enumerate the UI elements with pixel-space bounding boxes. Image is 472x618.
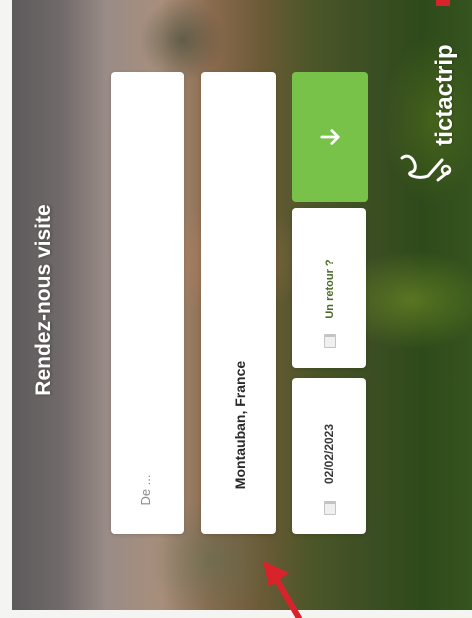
from-placeholder: De ...: [138, 474, 153, 506]
brand-logo-icon: [400, 154, 452, 182]
return-label: Un retour ?: [324, 259, 336, 319]
arrow-up-icon: [320, 129, 340, 145]
headline: Rendez-nous visite: [32, 204, 55, 396]
annotation-arrow-icon: [263, 561, 302, 618]
annotation-mark: [436, 0, 450, 6]
search-button[interactable]: [292, 72, 368, 202]
page-margin: [0, 610, 472, 618]
to-value: Montauban, France: [232, 360, 248, 490]
date-value: 02/02/2023: [322, 423, 336, 485]
brand-name: tictactrip: [431, 44, 458, 146]
